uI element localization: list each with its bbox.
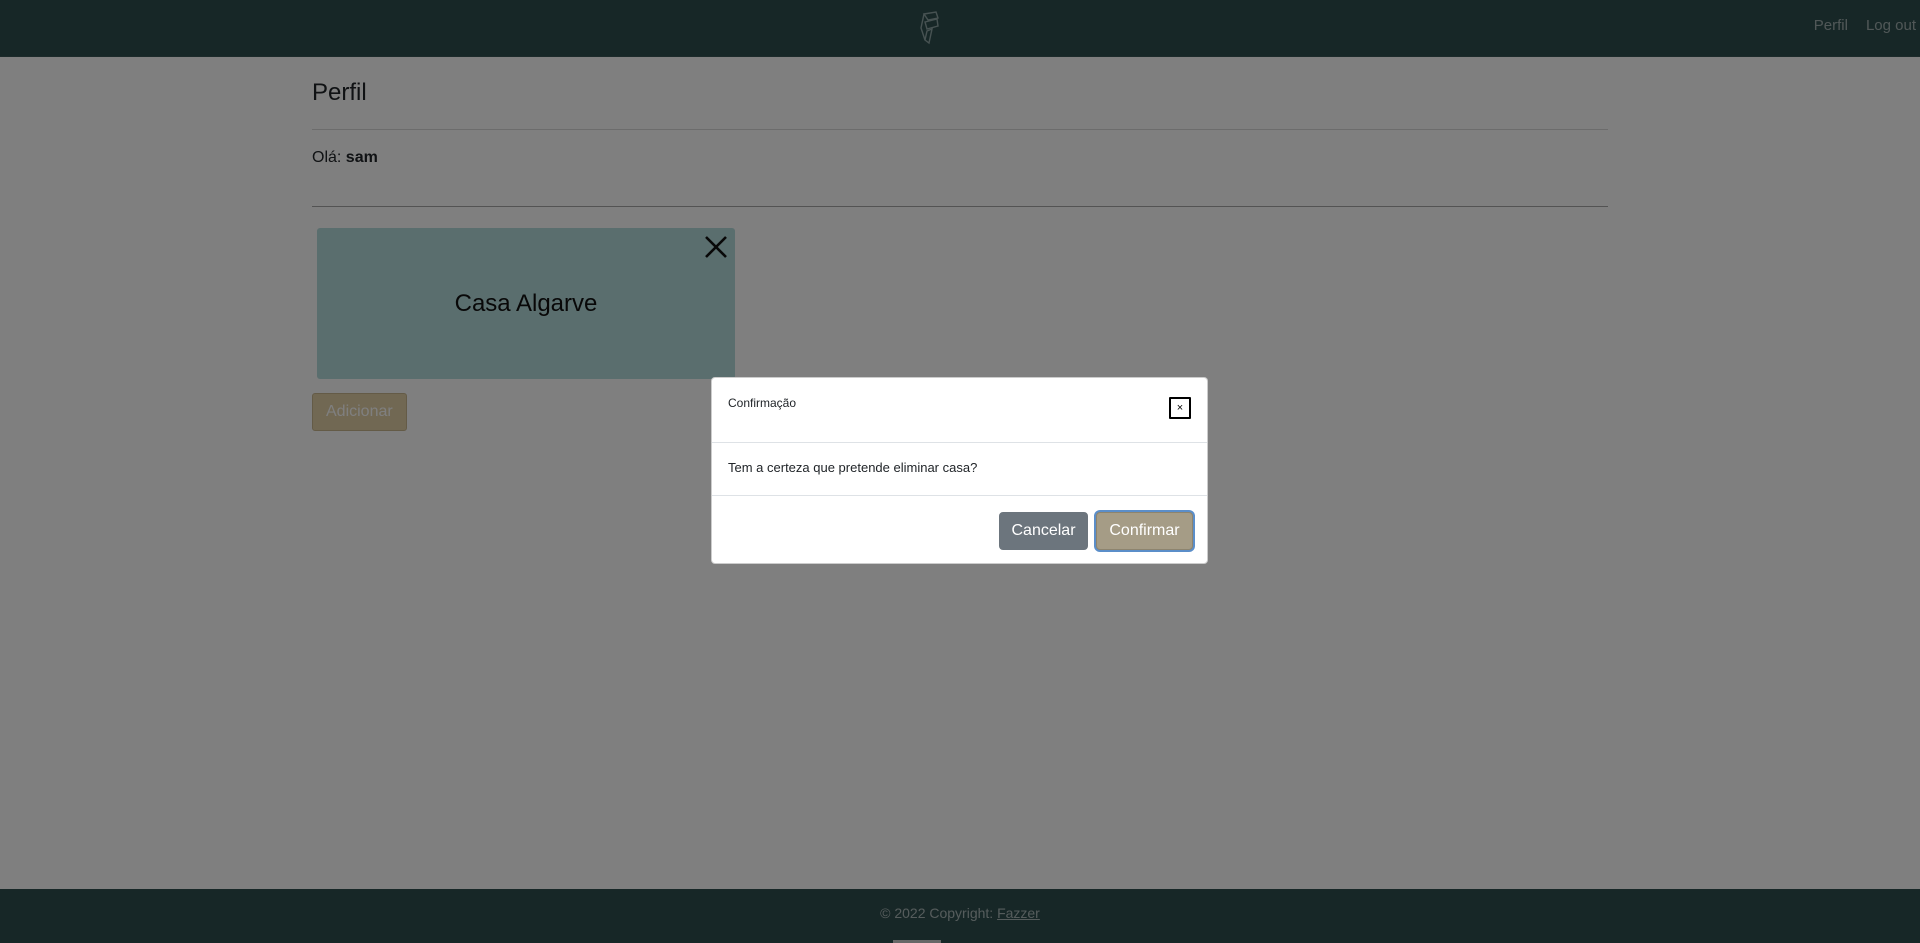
confirm-button[interactable]: Confirmar: [1096, 512, 1193, 550]
modal-header: Confirmação ×: [712, 378, 1207, 443]
confirm-dialog: Confirmação × Tem a certeza que pretende…: [711, 377, 1208, 564]
modal-title: Confirmação: [728, 396, 797, 410]
modal-footer: Cancelar Confirmar: [712, 496, 1207, 563]
cancel-button[interactable]: Cancelar: [999, 512, 1088, 550]
modal-message: Tem a certeza que pretende eliminar casa…: [728, 460, 978, 475]
modal-body: Tem a certeza que pretende eliminar casa…: [712, 443, 1207, 496]
modal-close-button[interactable]: ×: [1169, 397, 1191, 419]
